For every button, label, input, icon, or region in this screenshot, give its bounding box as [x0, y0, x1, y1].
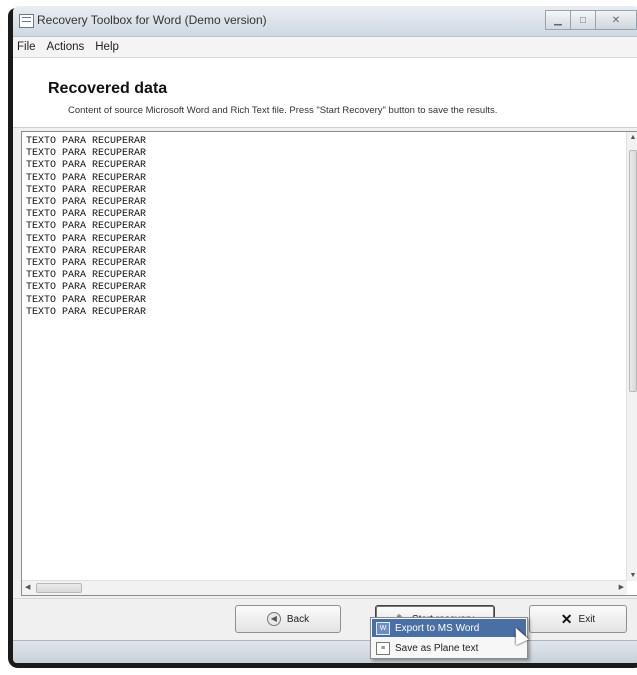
text-doc-icon: ≡ [376, 641, 390, 655]
scroll-down-icon[interactable]: ▼ [627, 572, 637, 579]
back-icon: ◀ [266, 612, 281, 626]
text-line: TEXTO PARA RECUPERAR [26, 270, 147, 282]
menu-actions[interactable]: Actions [47, 41, 85, 53]
app-window: Recovery Toolbox for Word (Demo version)… [13, 6, 637, 663]
text-line: TEXTO PARA RECUPERAR [26, 148, 147, 160]
recovered-text-area[interactable]: TEXTO PARA RECUPERAR TEXTO PARA RECUPERA… [21, 131, 637, 596]
page-header: Recovered data Content of source Microso… [13, 58, 637, 128]
maximize-icon[interactable]: □ [570, 10, 596, 30]
text-line: TEXTO PARA RECUPERAR [26, 245, 147, 257]
back-button[interactable]: ◀ Back [235, 605, 341, 633]
recovered-text-content[interactable]: TEXTO PARA RECUPERAR TEXTO PARA RECUPERA… [26, 136, 625, 579]
window-title: Recovery Toolbox for Word (Demo version) [37, 13, 267, 27]
text-line: TEXTO PARA RECUPERAR [26, 209, 147, 221]
vertical-scroll-thumb[interactable] [629, 150, 637, 392]
scroll-up-icon[interactable]: ▲ [627, 134, 637, 141]
text-line: TEXTO PARA RECUPERAR [26, 258, 147, 270]
text-line: TEXTO PARA RECUPERAR [26, 282, 147, 294]
menu-item-export-label: Export to MS Word [395, 622, 480, 634]
text-line: TEXTO PARA RECUPERAR [26, 294, 147, 306]
text-line: TEXTO PARA RECUPERAR [26, 172, 147, 184]
page-title: Recovered data [48, 80, 168, 97]
app-icon [19, 14, 34, 28]
text-line: TEXTO PARA RECUPERAR [26, 221, 147, 233]
text-line: TEXTO PARA RECUPERAR [26, 184, 147, 196]
text-line: TEXTO PARA RECUPERAR [26, 160, 147, 172]
window-controls: ▁ □ ✕ [545, 10, 637, 30]
scroll-right-icon[interactable]: ▶ [619, 583, 624, 591]
menu-item-save-as-plane-text[interactable]: ≡ Save as Plane text [372, 639, 526, 657]
menu-bar: File Actions Help [13, 37, 637, 58]
exit-button[interactable]: ✕ Exit [529, 605, 627, 633]
start-recovery-dropdown-menu: W Export to MS Word ≡ Save as Plane text [370, 617, 528, 659]
horizontal-scroll-thumb[interactable] [36, 583, 82, 593]
menu-item-save-label: Save as Plane text [395, 642, 479, 654]
x-icon: ✕ [560, 610, 573, 627]
exit-button-label: Exit [578, 613, 596, 625]
menu-help[interactable]: Help [95, 41, 119, 53]
text-line: TEXTO PARA RECUPERAR [26, 233, 147, 245]
page-subtitle: Content of source Microsoft Word and Ric… [68, 105, 498, 116]
button-bar: ◀ Back ✎ Start recovery ✕ Exit [13, 598, 637, 641]
horizontal-scrollbar[interactable]: ◀ ▶ [22, 580, 627, 595]
text-line: TEXTO PARA RECUPERAR [26, 197, 147, 209]
scroll-left-icon[interactable]: ◀ [25, 583, 30, 591]
minimize-icon[interactable]: ▁ [545, 10, 571, 30]
window-bottom-strip [13, 640, 637, 663]
title-bar[interactable]: Recovery Toolbox for Word (Demo version)… [13, 6, 637, 37]
text-line: TEXTO PARA RECUPERAR [26, 306, 147, 318]
vertical-scrollbar[interactable]: ▲ ▼ [626, 132, 637, 581]
menu-item-export-to-ms-word[interactable]: W Export to MS Word [372, 619, 526, 637]
close-icon[interactable]: ✕ [595, 10, 637, 30]
back-button-label: Back [286, 613, 310, 625]
word-doc-icon: W [376, 621, 390, 635]
text-line: TEXTO PARA RECUPERAR [26, 136, 147, 147]
menu-file[interactable]: File [17, 41, 36, 53]
